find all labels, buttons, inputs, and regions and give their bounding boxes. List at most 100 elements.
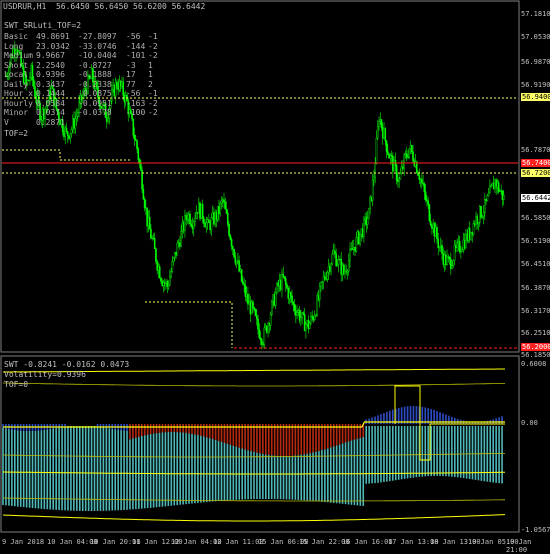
- candle-body: [148, 217, 151, 230]
- candle-body: [296, 312, 298, 316]
- candle-body: [259, 337, 262, 340]
- candle-body: [155, 248, 157, 262]
- candle-body: [337, 259, 340, 265]
- time-axis-label: 12 Jan 11:00: [213, 538, 264, 546]
- price-axis-label: 56.2510: [521, 329, 550, 337]
- candle-body: [409, 145, 412, 149]
- candle-body: [295, 310, 297, 316]
- candle-body: [68, 135, 70, 139]
- candle-body: [284, 278, 287, 285]
- candle-body: [142, 189, 145, 200]
- candle-body: [157, 266, 160, 271]
- candle-body: [502, 195, 505, 200]
- candle-body: [176, 242, 179, 256]
- candle-body: [220, 200, 223, 204]
- candle-body: [373, 176, 375, 181]
- stats-cell: 17: [126, 70, 136, 79]
- candle-body: [208, 219, 210, 223]
- price-axis-label: 56.9190: [521, 81, 550, 89]
- candle-body: [434, 227, 437, 237]
- candle-body: [65, 127, 68, 132]
- candle-body: [427, 200, 429, 205]
- candle-body: [201, 203, 204, 219]
- candle-body: [359, 234, 361, 245]
- time-axis-label: 19 Jan 21:00: [506, 538, 532, 554]
- candle-body: [473, 223, 476, 225]
- candle-body: [395, 165, 398, 181]
- price-axis-label: 56.5190: [521, 237, 550, 245]
- candle-body: [312, 317, 315, 321]
- candle-body: [492, 182, 495, 190]
- candle-body: [380, 119, 383, 128]
- candle-body: [311, 315, 314, 318]
- price-axis-label: 56.3870: [521, 284, 550, 292]
- candle-body: [307, 320, 310, 330]
- candle-body: [403, 154, 405, 169]
- candle-body: [398, 178, 400, 182]
- chart-window[interactable]: USDRUR,H1 56.6450 56.6450 56.6200 56.644…: [0, 0, 550, 554]
- candle-body: [244, 285, 247, 297]
- candle-body: [313, 315, 316, 321]
- candle-body: [257, 318, 259, 330]
- candle-body: [237, 260, 239, 262]
- candle-body: [137, 148, 140, 160]
- candle-body: [161, 281, 164, 287]
- candle-body: [495, 179, 497, 188]
- candle-body: [150, 228, 152, 239]
- candle-body: [185, 215, 187, 220]
- candle-body: [374, 163, 377, 178]
- candle-body: [461, 249, 463, 252]
- candle-body: [253, 307, 256, 310]
- stats-cell: 2.2540: [36, 60, 65, 70]
- candle-body: [163, 282, 166, 284]
- candle-body: [300, 317, 302, 321]
- candle-body: [230, 239, 233, 247]
- candle-body: [175, 252, 177, 256]
- candle-body: [162, 282, 165, 287]
- candle-body: [221, 199, 224, 201]
- candle-body: [197, 202, 200, 214]
- candle-body: [354, 247, 356, 252]
- stats-cell: 9.9667: [36, 51, 65, 60]
- candle-body: [177, 242, 180, 244]
- time-axis-label: 9 Jan 2018: [2, 538, 45, 546]
- stats-cell: 2: [148, 79, 153, 89]
- price-axis-label: 56.5850: [521, 214, 550, 222]
- candle-body: [444, 254, 447, 265]
- candle-body: [156, 261, 159, 271]
- candle-body: [470, 231, 472, 240]
- candle-body: [414, 161, 417, 167]
- stats-cell: 0.0374: [36, 108, 65, 117]
- price-axis-label: 56.3170: [521, 307, 550, 315]
- candle-body: [490, 185, 492, 187]
- candle-body: [172, 257, 175, 262]
- stats-cell: V: [4, 117, 9, 127]
- candle-body: [476, 216, 479, 224]
- candle-body: [146, 207, 148, 227]
- candle-body: [408, 148, 411, 158]
- candle-body: [452, 260, 455, 266]
- candle-body: [481, 216, 484, 218]
- candle-body: [167, 284, 170, 287]
- indicator-axis-label: 0.6008: [521, 360, 547, 368]
- candle-body: [70, 129, 73, 134]
- stats-cell: -0.0875: [78, 89, 112, 98]
- candle-body: [368, 207, 370, 219]
- candle-body: [331, 253, 334, 265]
- candle-body: [187, 213, 190, 220]
- candle-body: [500, 190, 503, 192]
- candle-body: [166, 281, 169, 287]
- candle-body: [484, 199, 486, 213]
- candle-body: [387, 151, 389, 155]
- price-tag-level-4: 56.2000: [521, 343, 550, 351]
- candle-body: [482, 212, 485, 217]
- candle-body: [215, 212, 218, 220]
- candle-body: [192, 221, 195, 229]
- candle-body: [355, 237, 358, 252]
- candle-body: [428, 204, 431, 222]
- candle-body: [210, 217, 213, 231]
- candle-body: [335, 253, 337, 267]
- indicator-axis-label: -1.0567: [521, 526, 550, 534]
- stats-cell: -56: [126, 32, 141, 41]
- stats-cell: 0.2871: [36, 117, 65, 127]
